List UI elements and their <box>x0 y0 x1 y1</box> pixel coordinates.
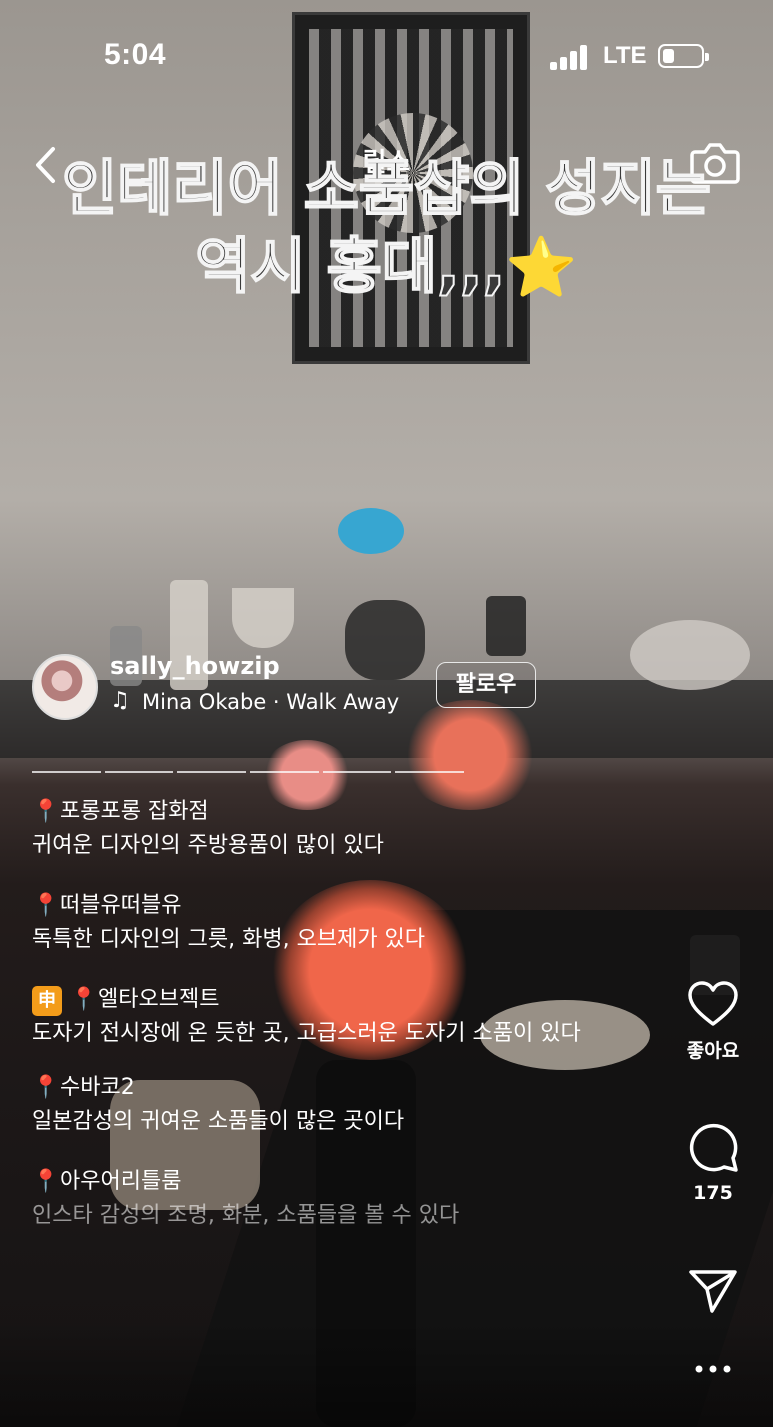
signal-icon <box>550 44 592 70</box>
shop-name: 수바코2 <box>60 1075 135 1100</box>
video-caption-overlay: 인테리어 소품샵의 성지는 역시 홍대,,,⭐ <box>0 150 773 306</box>
follow-button[interactable]: 팔로우 <box>436 662 536 708</box>
shop-description: 독특한 디자인의 그릇, 화병, 오브제가 있다 <box>32 927 426 952</box>
ceramic-cup <box>232 588 294 648</box>
network-type: LTE <box>603 42 647 69</box>
caption-line-1: 인테리어 소품샵의 성지는 <box>61 153 712 225</box>
shop-name: 떠블유떠블유 <box>60 893 182 918</box>
status-time: 5:04 <box>104 38 167 71</box>
ceramic-mug <box>486 596 526 656</box>
shop-description: 귀여운 디자인의 주방용품이 많이 있다 <box>32 833 384 858</box>
shop-name: 아우어리틀룸 <box>60 1169 182 1194</box>
shop-name: 엘타오브젝트 <box>98 987 220 1012</box>
status-bar: 5:04 LTE <box>0 0 773 110</box>
heart-icon <box>688 981 738 1026</box>
pin-icon: 📍 <box>32 1169 60 1194</box>
pin-icon: 📍 <box>32 893 60 918</box>
shop-description: 도자기 전시장에 온 듯한 곳, 고급스러운 도자기 소품이 있다 <box>32 1021 581 1046</box>
music-track[interactable]: Mina Okabe · Walk Away <box>142 690 399 714</box>
pin-icon: 📍 <box>32 799 60 824</box>
comment-count: 175 <box>693 1182 733 1204</box>
battery-icon <box>658 44 709 68</box>
pin-icon: 📍 <box>70 987 98 1012</box>
like-label: 좋아요 <box>686 1040 740 1062</box>
reels-screen: 5:04 LTE 릴스 인테리어 소품샵의 성지는 역시 홍대,,,⭐ sall… <box>0 0 773 1427</box>
shop-description: 일본감성의 귀여운 소품들이 많은 곳이다 <box>32 1109 405 1134</box>
comment-button[interactable]: 175 <box>672 1120 754 1204</box>
caption-divider <box>32 771 465 774</box>
profile-row: sally_howzip ♫ Mina Okabe · Walk Away 팔로… <box>32 652 732 724</box>
like-button[interactable]: 좋아요 <box>672 980 754 1063</box>
username[interactable]: sally_howzip <box>110 652 280 680</box>
shop-name: 포롱포롱 잡화점 <box>60 799 209 824</box>
blue-flower <box>338 508 404 554</box>
pin-icon: 📍 <box>32 1075 60 1100</box>
share-button[interactable] <box>672 1268 754 1318</box>
star-emoji: ⭐ <box>505 233 578 301</box>
comment-icon <box>689 1123 738 1172</box>
music-note-icon: ♫ <box>110 688 130 713</box>
more-button[interactable] <box>672 1360 754 1379</box>
caption-line-2: 역시 홍대,,, <box>194 231 506 303</box>
avatar[interactable] <box>32 654 98 720</box>
send-icon <box>689 1270 737 1313</box>
more-icon <box>695 1365 731 1373</box>
post-description[interactable]: 📍포롱포롱 잡화점 귀여운 디자인의 주방용품이 많이 있다 📍떠블유떠블유 독… <box>32 795 632 1233</box>
tag-badge: 申 <box>32 986 62 1016</box>
shop-description: 인스타 감성의 조명, 화분, 소품들을 볼 수 있다 <box>32 1203 460 1228</box>
